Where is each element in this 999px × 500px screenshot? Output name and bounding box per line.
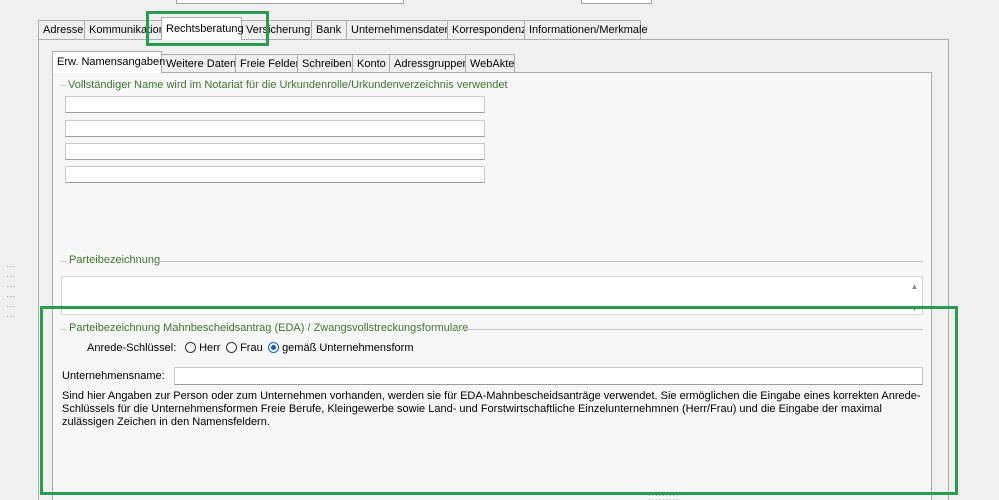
tab-freie-felder[interactable]: Freie Felder [235, 54, 299, 73]
scroll-down-icon[interactable]: ▼ [908, 302, 921, 315]
company-name-input[interactable] [174, 367, 923, 385]
party-designation-textarea[interactable] [61, 276, 923, 315]
full-name-line-2-input[interactable] [65, 120, 485, 137]
full-name-group-legend: Vollständiger Name wird im Notariat für … [68, 79, 508, 91]
radio-herr-label: Herr [199, 342, 221, 354]
tab-bank[interactable]: Bank [311, 20, 347, 40]
radio-herr-circle[interactable] [185, 342, 196, 353]
group-line [452, 329, 923, 330]
bottom-splitter-grip-icon[interactable]: ::::::::: [648, 492, 680, 500]
tab-korrespondenz[interactable]: Korrespondenz [447, 20, 527, 40]
scroll-up-icon[interactable]: ▲ [908, 280, 921, 293]
tab-erw-namensangaben[interactable]: Erw. Namensangaben [52, 51, 165, 73]
full-name-line-4-input[interactable] [65, 166, 485, 183]
top-field-stub [176, 0, 404, 4]
group-line [158, 261, 923, 262]
tab-adresse[interactable]: Adresse [38, 20, 85, 40]
tab-unternehmensdaten[interactable]: Unternehmensdaten [346, 20, 451, 40]
full-name-line-3-input[interactable] [65, 143, 485, 160]
radio-unternehmensform[interactable]: gemäß Unternehmensform [268, 342, 414, 354]
inner-tabstrip: Erw. Namensangaben Weitere Daten Freie F… [52, 51, 515, 73]
tab-schreiben[interactable]: Schreiben [297, 54, 353, 73]
group-line [60, 85, 66, 86]
full-name-line-1-input[interactable] [65, 96, 485, 113]
group-line [60, 261, 66, 262]
outer-tabstrip: Adresse Kommunikation Rechtsberatung Ver… [38, 17, 648, 40]
tab-webakte[interactable]: WebAkte [465, 54, 515, 73]
left-splitter-grip-icon[interactable]: ⋮⋮⋮⋮⋮⋮ [6, 262, 16, 322]
tab-rechtsberatung[interactable]: Rechtsberatung [161, 17, 244, 40]
company-name-label: Unternehmensname: [62, 370, 165, 382]
tab-adressgruppen[interactable]: Adressgruppen [389, 54, 469, 73]
radio-unternehmensform-circle[interactable] [268, 342, 279, 353]
tab-kommunikation[interactable]: Kommunikation [84, 20, 165, 40]
radio-frau-circle[interactable] [226, 342, 237, 353]
radio-frau-label: Frau [240, 342, 263, 354]
salutation-label: Anrede-Schlüssel: [87, 342, 177, 354]
party-group-legend: Parteibezeichnung [69, 254, 161, 266]
radio-herr[interactable]: Herr [185, 342, 220, 354]
tab-informationen-merkmale[interactable]: Informationen/Merkmale [524, 20, 648, 40]
tab-weitere-daten[interactable]: Weitere Daten [161, 54, 236, 73]
radio-unternehmensform-label: gemäß Unternehmensform [282, 342, 414, 354]
radio-frau[interactable]: Frau [226, 342, 263, 354]
group-line [60, 329, 66, 330]
tab-konto[interactable]: Konto [352, 54, 390, 73]
top-button-stub [581, 0, 652, 4]
eda-group-legend: Parteibezeichnung Mahnbescheidsantrag (E… [69, 322, 469, 334]
tab-versicherung[interactable]: Versicherung [241, 20, 312, 40]
eda-info-text: Sind hier Angaben zur Person oder zum Un… [62, 390, 921, 428]
